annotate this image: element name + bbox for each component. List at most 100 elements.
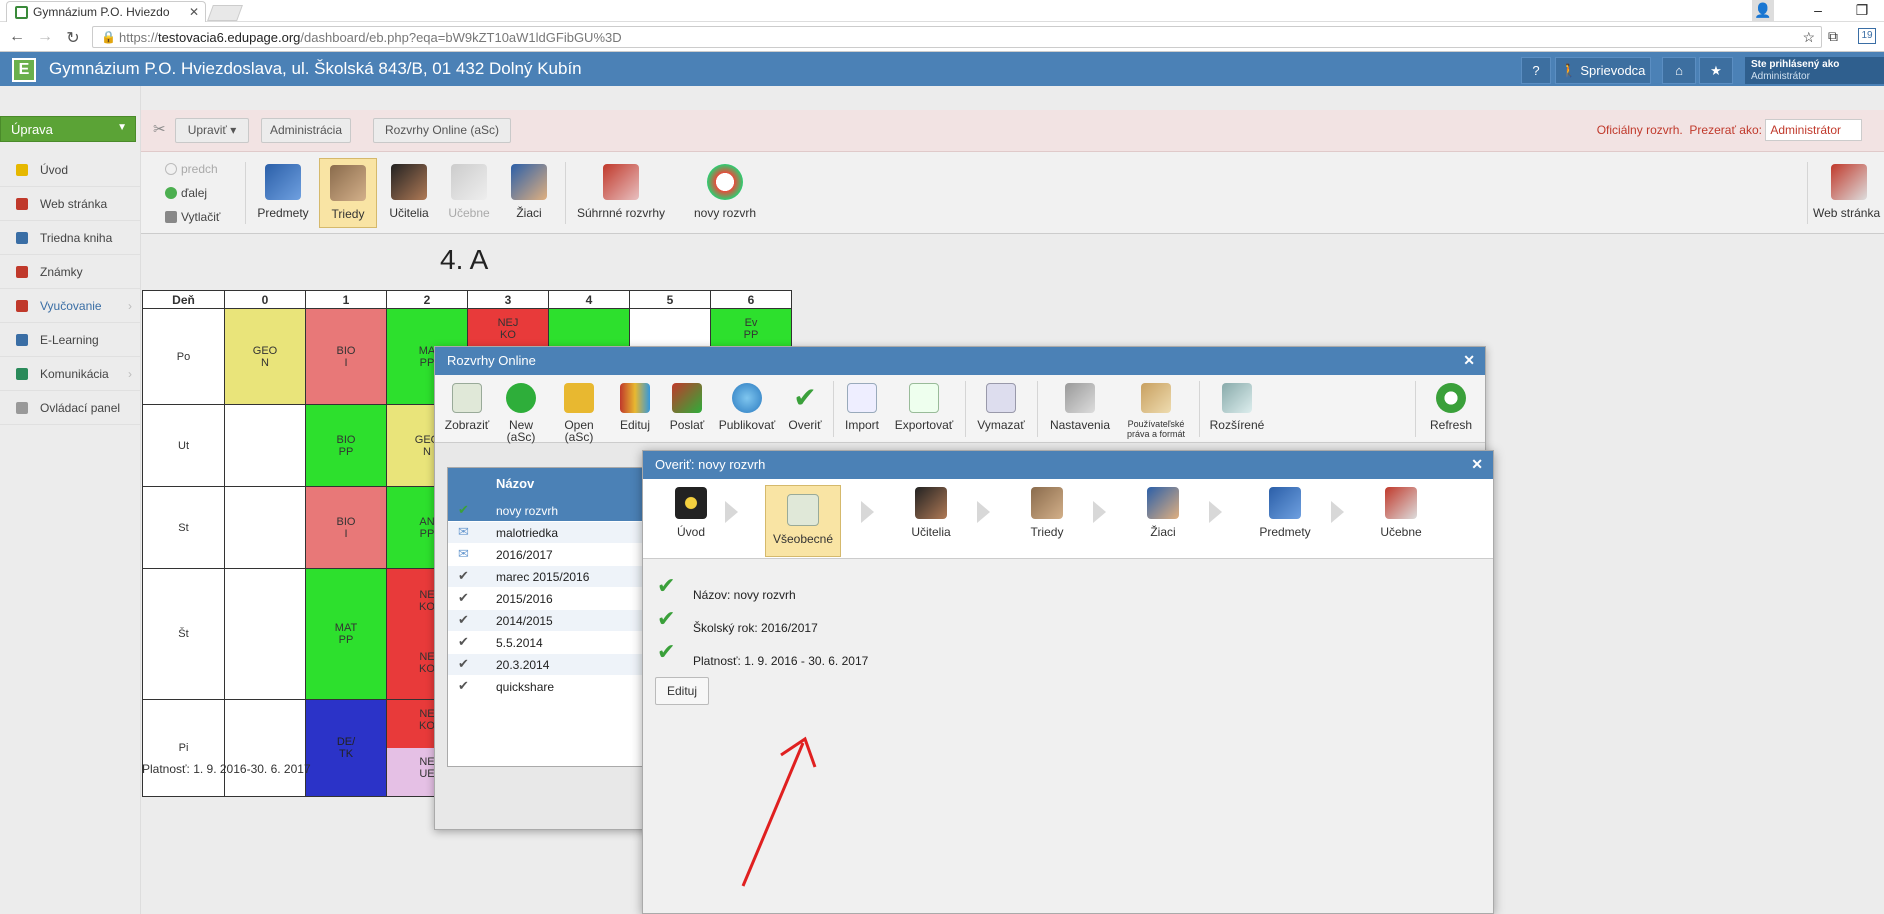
verify-button[interactable]: ✔ Overiť [783,383,827,432]
edit-button[interactable]: Edituj [613,383,657,431]
timetable-list: Názov ✔ novy rozvrh ✉ malotriedka ✉ 2016/20… [447,467,647,767]
student-icon [511,164,547,200]
next-button[interactable]: ďalej [165,186,207,200]
new-tab-button[interactable] [207,5,243,21]
divider [565,162,566,224]
send-button[interactable]: Poslať [663,383,711,431]
show-button[interactable]: Zobraziť [443,383,491,431]
reload-icon[interactable]: ↻ [62,28,84,48]
step-predmety[interactable]: Predmety [1243,479,1327,551]
permissions-button[interactable]: Používateľské práva a formát [1119,383,1193,439]
help-button[interactable]: ? [1521,57,1551,84]
edit-toolbar: ✂ Upraviť ▾ Administrácia Rozvrhy Online… [141,110,1884,152]
publish-button[interactable]: Publikovať [715,383,779,431]
list-item-label: marec 2015/2016 [496,570,590,584]
list-item[interactable]: ✉ malotriedka [448,522,646,544]
profile-icon[interactable]: 👤 [1752,0,1774,22]
back-icon[interactable]: ← [6,28,28,46]
settings-button[interactable]: Nastavenia [1043,383,1117,431]
checkmark-icon: ✔ [458,612,469,627]
list-item[interactable]: ✔ 2014/2015 [448,610,646,632]
forward-icon[interactable]: → [34,28,56,46]
lesson-cell[interactable]: MAT PP [305,568,387,700]
delete-label: Vymazať [977,418,1025,432]
tools-icon[interactable]: ✂ [153,120,166,138]
list-item[interactable]: ✔ 2015/2016 [448,588,646,610]
step-uvod[interactable]: Úvod [653,479,729,551]
favorites-star-icon[interactable]: ★ [1699,57,1733,84]
cast-icon[interactable]: ⧉ [1828,28,1838,45]
new-timetable-button[interactable]: novy rozvrh [675,152,775,234]
user-menu[interactable]: Ste prihlásený ako Administrátor [1745,57,1884,84]
sidebar-item-web[interactable]: Web stránka [0,187,140,221]
empty-cell [224,568,306,700]
import-button[interactable]: Import [839,383,885,431]
uprava-label: Úprava [11,122,53,137]
list-item[interactable]: ✔ quickshare [448,676,646,698]
sidebar-item-triedna-kniha[interactable]: Triedna kniha [0,221,140,255]
restore-icon[interactable]: ❐ [1840,0,1884,22]
bookmark-star-icon[interactable]: ☆ [1802,29,1815,46]
summary-button[interactable]: Súhrnné rozvrhy [571,152,671,234]
home-icon[interactable]: ⌂ [1662,57,1696,84]
lesson-cell[interactable]: BIO PP [305,404,387,487]
step-ucebne[interactable]: Učebne [1363,479,1439,551]
teachers-button[interactable]: Učitelia [381,152,437,234]
rozvrhy-online-button[interactable]: Rozvrhy Online (aSc) [373,118,511,143]
minimize-icon[interactable]: – [1796,0,1840,22]
edupage-logo-icon[interactable]: E [12,58,36,82]
list-item[interactable]: ✔ novy rozvrh [448,500,646,522]
sidebar-item-elearning[interactable]: E-Learning [0,323,140,357]
step-label: Učitelia [911,525,951,539]
subjects-button[interactable]: Predmety [253,152,313,234]
browser-tab[interactable]: Gymnázium P.O. Hviezdo ✕ [6,1,206,22]
sidebar-item-vyucovanie[interactable]: Vyučovanie › [0,289,140,323]
header-cell: 2 [386,290,468,309]
checkmark-icon: ✔ [657,606,676,631]
lesson-cell[interactable]: BIO I [305,308,387,405]
list-item[interactable]: ✔ 20.3.2014 [448,654,646,676]
guide-button[interactable]: 🚶 Sprievodca [1555,57,1651,84]
website-button[interactable]: Web stránka [1813,152,1884,234]
lesson-cell[interactable]: BIO I [305,486,387,569]
refresh-button[interactable]: Refresh [1423,383,1479,431]
close-icon[interactable]: ✕ [1463,352,1475,369]
url-field[interactable]: 🔒 https://testovacia6.edupage.org/dashbo… [92,26,1822,48]
open-asc-button[interactable]: Open (aSc) [555,383,603,443]
sidebar-item-znamky[interactable]: Známky [0,255,140,289]
classes-button[interactable]: Triedy [319,158,377,228]
lesson-cell[interactable]: DE/ TK [305,699,387,797]
view-as-select[interactable]: Administrátor [1765,119,1862,141]
sidebar-item-uvod[interactable]: Úvod [0,153,140,187]
step-ucitelia[interactable]: Učitelia [893,479,969,551]
step-ziaci[interactable]: Žiaci [1125,479,1201,551]
sidebar-item-label: Web stránka [40,197,108,211]
uprava-menu-button[interactable]: Úprava ▼ [0,116,136,142]
list-item[interactable]: ✔ marec 2015/2016 [448,566,646,588]
print-button[interactable]: Vytlačiť [165,210,220,224]
close-icon[interactable]: ✕ [1471,456,1483,473]
extension-badge[interactable]: 19 [1858,28,1876,44]
list-item[interactable]: ✔ 5.5.2014 [448,632,646,654]
extended-button[interactable]: Rozšírené [1205,383,1269,431]
delete-button[interactable]: Vymazať [971,383,1031,431]
edit-button[interactable]: Edituj [655,677,709,705]
list-item[interactable]: ✉ 2016/2017 [448,544,646,566]
rooms-button[interactable]: Učebne [439,152,499,234]
step-vseobecne[interactable]: Všeobecné [765,485,841,557]
sidebar-item-komunikacia[interactable]: Komunikácia › [0,357,140,391]
new-asc-button[interactable]: New (aSc) [497,383,545,443]
prev-button[interactable]: predch [165,162,218,176]
lock-icon: 🔒 [101,30,116,44]
sidebar-item-ovladaci-panel[interactable]: Ovládací panel [0,391,140,425]
wizard-steps: Úvod Všeobecné Učitelia Triedy Žiaci Pre… [643,479,1493,559]
export-button[interactable]: Exportovať [891,383,957,431]
students-button[interactable]: Žiaci [501,152,557,234]
administracia-button[interactable]: Administrácia [261,118,351,143]
lesson-cell[interactable]: GEO N [224,308,306,405]
checkmark-icon: ✔ [458,656,469,671]
step-triedy[interactable]: Triedy [1009,479,1085,551]
step-label: Triedy [1030,525,1064,539]
upravit-button[interactable]: Upraviť ▾ [175,118,249,143]
close-tab-icon[interactable]: ✕ [189,5,199,19]
